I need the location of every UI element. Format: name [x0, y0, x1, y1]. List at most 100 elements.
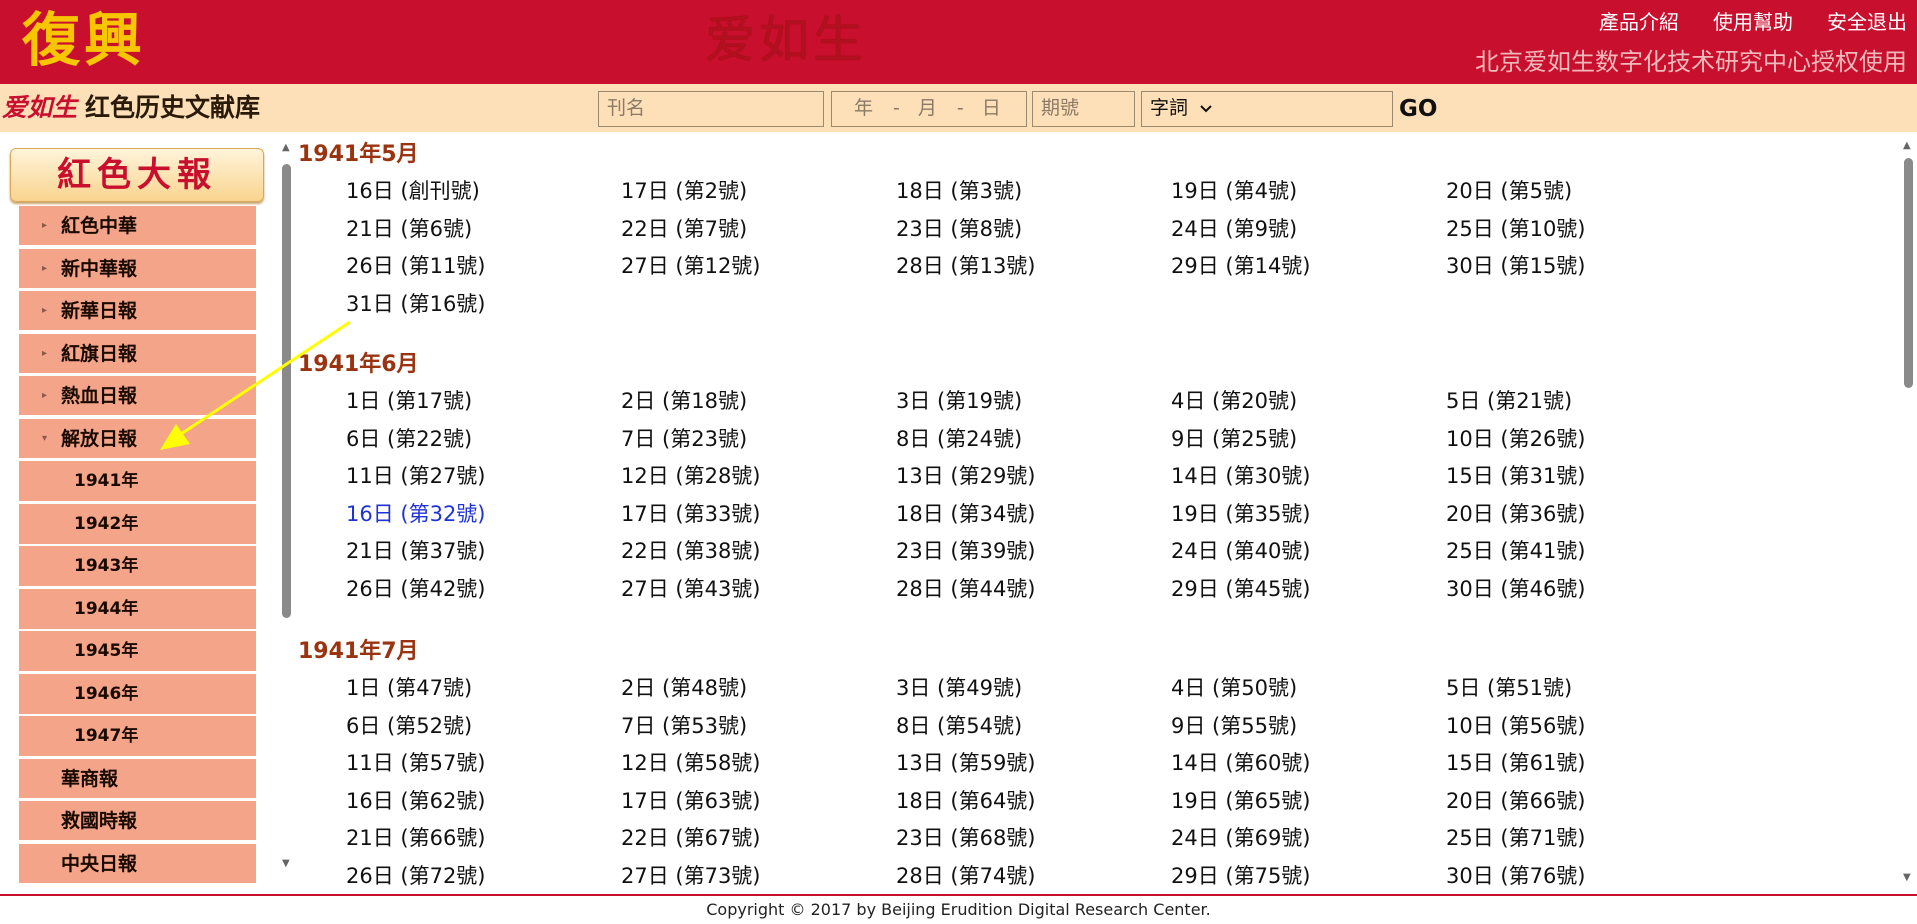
issue-link[interactable]: 22日 (第38號)	[621, 536, 761, 566]
issue-number-input[interactable]: 期號	[1032, 91, 1135, 127]
issue-link[interactable]: 8日 (第24號)	[896, 424, 1022, 454]
date-year-field[interactable]: 年	[854, 92, 873, 126]
sidebar-item-jiuguo-shibao[interactable]: 救國時報	[19, 801, 256, 841]
issue-link[interactable]: 9日 (第25號)	[1171, 424, 1297, 454]
issue-link[interactable]: 10日 (第26號)	[1446, 424, 1586, 454]
issue-link[interactable]: 24日 (第40號)	[1171, 536, 1311, 566]
scroll-up-icon[interactable]: ▲	[282, 142, 290, 153]
sidebar-year-1943[interactable]: 1943年	[19, 546, 256, 586]
sidebar-year-1944[interactable]: 1944年	[19, 588, 256, 629]
issue-link[interactable]: 15日 (第61號)	[1446, 748, 1586, 778]
issue-link[interactable]: 23日 (第68號)	[896, 823, 1036, 853]
issue-link[interactable]: 13日 (第29號)	[896, 461, 1036, 491]
issue-link[interactable]: 5日 (第51號)	[1446, 673, 1572, 703]
issue-link[interactable]: 28日 (第44號)	[896, 574, 1036, 604]
issue-link[interactable]: 24日 (第69號)	[1171, 823, 1311, 853]
issue-link[interactable]: 21日 (第66號)	[346, 823, 486, 853]
issue-link[interactable]: 4日 (第50號)	[1171, 673, 1297, 703]
issue-link[interactable]: 8日 (第54號)	[896, 711, 1022, 741]
search-type-select[interactable]: 字詞	[1141, 91, 1393, 127]
logout-link[interactable]: 安全退出	[1827, 8, 1907, 36]
issue-link[interactable]: 12日 (第28號)	[621, 461, 761, 491]
issue-link[interactable]: 31日 (第16號)	[346, 289, 486, 319]
date-input[interactable]: 年 - 月 - 日	[831, 91, 1027, 127]
issue-link[interactable]: 14日 (第60號)	[1171, 748, 1311, 778]
issue-link[interactable]: 19日 (第4號)	[1171, 176, 1297, 206]
issue-link[interactable]: 28日 (第13號)	[896, 251, 1036, 281]
issue-link[interactable]: 13日 (第59號)	[896, 748, 1036, 778]
issue-link[interactable]: 11日 (第27號)	[346, 461, 486, 491]
issue-link[interactable]: 16日 (第32號)	[346, 499, 486, 529]
issue-link[interactable]: 9日 (第55號)	[1171, 711, 1297, 741]
sidebar-year-1947[interactable]: 1947年	[19, 716, 256, 756]
issue-link[interactable]: 14日 (第30號)	[1171, 461, 1311, 491]
sidebar-item-rexue-ribao[interactable]: ▸ 熱血日報	[19, 376, 256, 416]
issue-link[interactable]: 25日 (第71號)	[1446, 823, 1586, 853]
issue-link[interactable]: 4日 (第20號)	[1171, 386, 1297, 416]
issue-link[interactable]: 29日 (第45號)	[1171, 574, 1311, 604]
issue-link[interactable]: 25日 (第41號)	[1446, 536, 1586, 566]
sidebar-year-1942[interactable]: 1942年	[19, 503, 256, 544]
issue-link[interactable]: 2日 (第48號)	[621, 673, 747, 703]
issue-link[interactable]: 26日 (第11號)	[346, 251, 486, 281]
issue-link[interactable]: 15日 (第31號)	[1446, 461, 1586, 491]
issue-link[interactable]: 17日 (第2號)	[621, 176, 747, 206]
journal-name-input[interactable]: 刊名	[598, 91, 824, 127]
issue-link[interactable]: 6日 (第52號)	[346, 711, 472, 741]
main-scroll-thumb[interactable]	[1904, 158, 1913, 388]
issue-link[interactable]: 29日 (第14號)	[1171, 251, 1311, 281]
issue-link[interactable]: 3日 (第19號)	[896, 386, 1022, 416]
sidebar-item-xin-zhonghua-bao[interactable]: ▸ 新中華報	[19, 248, 256, 289]
sidebar-item-zhongyang-ribao[interactable]: 中央日報	[19, 843, 256, 884]
issue-link[interactable]: 26日 (第72號)	[346, 861, 486, 891]
issue-link[interactable]: 20日 (第66號)	[1446, 786, 1586, 816]
issue-link[interactable]: 20日 (第36號)	[1446, 499, 1586, 529]
issue-link[interactable]: 27日 (第73號)	[621, 861, 761, 891]
issue-link[interactable]: 27日 (第43號)	[621, 574, 761, 604]
issue-link[interactable]: 28日 (第74號)	[896, 861, 1036, 891]
issue-link[interactable]: 27日 (第12號)	[621, 251, 761, 281]
scroll-down-icon[interactable]: ▼	[1903, 872, 1911, 883]
issue-link[interactable]: 18日 (第3號)	[896, 176, 1022, 206]
issue-link[interactable]: 16日 (第62號)	[346, 786, 486, 816]
issue-link[interactable]: 11日 (第57號)	[346, 748, 486, 778]
sidebar-item-jiefang-ribao[interactable]: ▾ 解放日報	[19, 418, 256, 459]
issue-link[interactable]: 18日 (第64號)	[896, 786, 1036, 816]
issue-link[interactable]: 5日 (第21號)	[1446, 386, 1572, 416]
go-button[interactable]: GO	[1399, 93, 1437, 125]
issue-link[interactable]: 30日 (第15號)	[1446, 251, 1586, 281]
issue-link[interactable]: 23日 (第8號)	[896, 214, 1022, 244]
sidebar-item-huashang-bao[interactable]: 華商報	[19, 758, 256, 799]
sidebar-scroll-thumb[interactable]	[282, 164, 291, 618]
issue-link[interactable]: 24日 (第9號)	[1171, 214, 1297, 244]
product-intro-link[interactable]: 產品介紹	[1599, 8, 1679, 36]
issue-link[interactable]: 19日 (第65號)	[1171, 786, 1311, 816]
issue-link[interactable]: 7日 (第23號)	[621, 424, 747, 454]
issue-link[interactable]: 26日 (第42號)	[346, 574, 486, 604]
issue-link[interactable]: 1日 (第17號)	[346, 386, 472, 416]
issue-link[interactable]: 29日 (第75號)	[1171, 861, 1311, 891]
scroll-down-icon[interactable]: ▼	[282, 858, 290, 869]
date-month-field[interactable]: 月	[918, 92, 937, 126]
main-scrollbar[interactable]: ▲ ▼	[1902, 140, 1916, 892]
issue-link[interactable]: 1日 (第47號)	[346, 673, 472, 703]
issue-link[interactable]: 3日 (第49號)	[896, 673, 1022, 703]
issue-link[interactable]: 17日 (第33號)	[621, 499, 761, 529]
issue-link[interactable]: 7日 (第53號)	[621, 711, 747, 741]
issue-link[interactable]: 21日 (第37號)	[346, 536, 486, 566]
issue-link[interactable]: 10日 (第56號)	[1446, 711, 1586, 741]
sidebar-item-hongse-zhonghua[interactable]: ▸ 紅色中華	[19, 206, 256, 246]
help-link[interactable]: 使用幫助	[1713, 8, 1793, 36]
scroll-up-icon[interactable]: ▲	[1903, 140, 1911, 151]
issue-link[interactable]: 23日 (第39號)	[896, 536, 1036, 566]
issue-link[interactable]: 22日 (第67號)	[621, 823, 761, 853]
issue-link[interactable]: 30日 (第76號)	[1446, 861, 1586, 891]
issue-link[interactable]: 17日 (第63號)	[621, 786, 761, 816]
sidebar-year-1945[interactable]: 1945年	[19, 631, 256, 671]
issue-link[interactable]: 12日 (第58號)	[621, 748, 761, 778]
sidebar-item-hongqi-ribao[interactable]: ▸ 紅旗日報	[19, 333, 256, 374]
sidebar-year-1941[interactable]: 1941年	[19, 461, 256, 501]
issue-link[interactable]: 16日 (創刊號)	[346, 176, 480, 206]
issue-link[interactable]: 18日 (第34號)	[896, 499, 1036, 529]
issue-link[interactable]: 25日 (第10號)	[1446, 214, 1586, 244]
